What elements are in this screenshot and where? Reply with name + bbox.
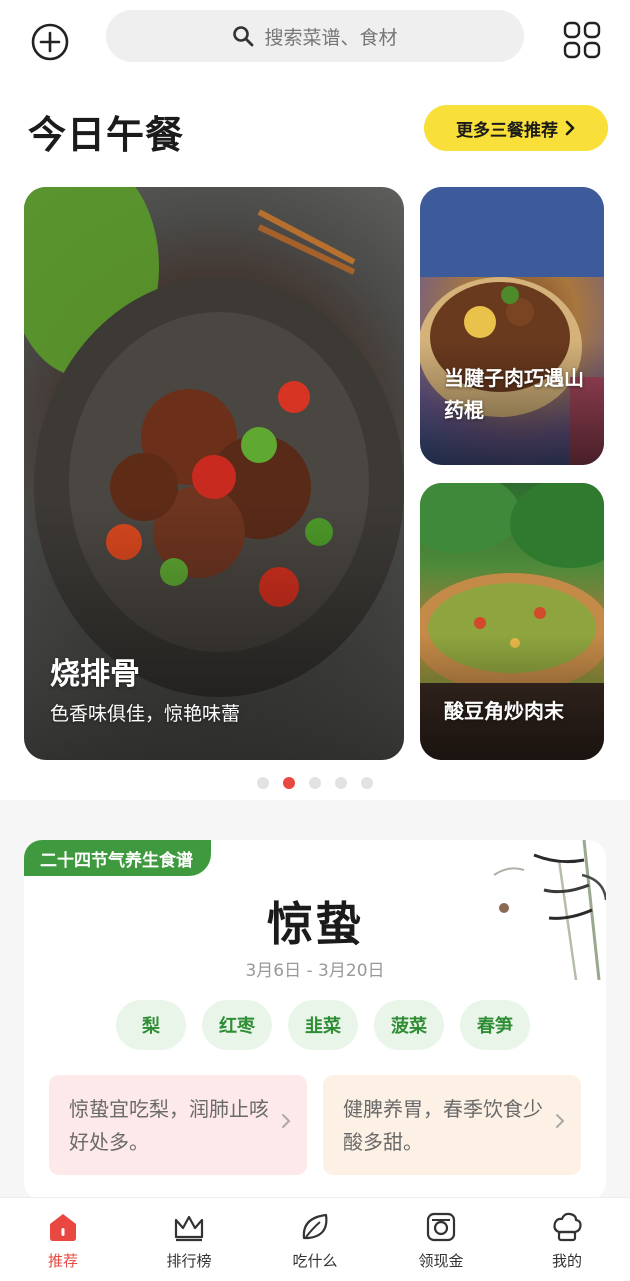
main-recipe-card[interactable]: 烧排骨 色香味俱佳，惊艳味蕾	[24, 187, 404, 760]
home-icon	[50, 1214, 76, 1241]
main-card-subtitle: 色香味俱佳，惊艳味蕾	[50, 703, 241, 725]
ingredient-chip[interactable]: 梨	[116, 1000, 186, 1050]
solar-term-date: 3月6日 - 3月20日	[245, 961, 385, 981]
carousel-dot[interactable]	[361, 777, 373, 789]
search-placeholder: 搜索菜谱、食材	[264, 26, 398, 49]
more-meals-button[interactable]: 更多三餐推荐	[424, 105, 608, 151]
solar-term-tag: 二十四节气养生食谱	[24, 840, 211, 876]
ingredient-chip[interactable]: 红枣	[202, 1000, 272, 1050]
health-tip-text: 健脾养胃，春季饮食少酸多甜。	[343, 1097, 543, 1154]
health-tip-card-1[interactable]: 惊蛰宜吃梨，润肺止咳好处多。	[49, 1075, 307, 1175]
search-icon	[233, 26, 254, 47]
tab-ranking[interactable]: 排行榜	[126, 1198, 252, 1281]
tab-what-to-eat[interactable]: 吃什么	[252, 1198, 378, 1281]
ingredient-chip[interactable]: 春笋	[460, 1000, 530, 1050]
side-recipe-card-2[interactable]: 酸豆角炒肉末	[420, 483, 604, 760]
tab-label: 领现金	[418, 1252, 464, 1270]
carousel-dot[interactable]	[335, 777, 347, 789]
tab-label: 排行榜	[166, 1252, 212, 1270]
tab-cash[interactable]: 领现金	[378, 1198, 504, 1281]
grid-icon	[563, 21, 601, 59]
solar-term-card[interactable]: 二十四节气养生食谱 惊蛰 3月6日 - 3月20日 梨 红枣 韭菜 菠菜 春笋 …	[24, 840, 606, 1200]
main-card-title: 烧排骨	[50, 657, 140, 692]
side-card-1-title: 当腱子肉巧遇山药棍	[444, 366, 584, 422]
category-grid-button[interactable]	[560, 18, 604, 62]
wallet-icon	[426, 1212, 456, 1242]
ingredient-chip[interactable]: 菠菜	[374, 1000, 444, 1050]
top-section: 搜索菜谱、食材 今日午餐 更多三餐推荐 烧排骨 色香味俱佳，惊艳味蕾 当腱子肉巧…	[0, 0, 630, 800]
solar-term-name: 惊蛰	[267, 897, 363, 951]
tab-profile[interactable]: 我的	[504, 1198, 630, 1281]
tab-recommend[interactable]: 推荐	[0, 1198, 126, 1281]
leaf-icon	[302, 1213, 328, 1240]
side-card-2-title: 酸豆角炒肉末	[444, 699, 564, 723]
plus-circle-icon	[31, 23, 69, 61]
bottom-tab-bar: 推荐 排行榜 吃什么 领现金 我的	[0, 1197, 630, 1281]
ingredient-chips: 梨 红枣 韭菜 菠菜 春笋	[116, 1000, 530, 1050]
health-tip-text: 惊蛰宜吃梨，润肺止咳好处多。	[69, 1097, 269, 1154]
carousel-indicator	[257, 777, 373, 789]
tab-label: 吃什么	[292, 1252, 338, 1270]
carousel-dot[interactable]	[283, 777, 295, 789]
chevron-right-icon	[282, 1114, 291, 1128]
side-recipe-card-1[interactable]: 当腱子肉巧遇山药棍	[420, 187, 604, 465]
health-tip-card-2[interactable]: 健脾养胃，春季饮食少酸多甜。	[323, 1075, 581, 1175]
add-button[interactable]	[28, 20, 72, 64]
tab-label: 推荐	[47, 1252, 78, 1270]
chevron-right-icon	[556, 1114, 565, 1128]
more-meals-label: 更多三餐推荐	[456, 120, 558, 141]
search-bar[interactable]: 搜索菜谱、食材	[106, 10, 524, 62]
carousel-dot[interactable]	[257, 777, 269, 789]
carousel-dot[interactable]	[309, 777, 321, 789]
crown-icon	[174, 1215, 204, 1242]
tab-label: 我的	[551, 1252, 582, 1270]
ingredient-chip[interactable]: 韭菜	[288, 1000, 358, 1050]
section-title: 今日午餐	[28, 113, 185, 157]
chef-hat-icon	[553, 1212, 582, 1242]
chevron-right-icon	[565, 120, 575, 136]
